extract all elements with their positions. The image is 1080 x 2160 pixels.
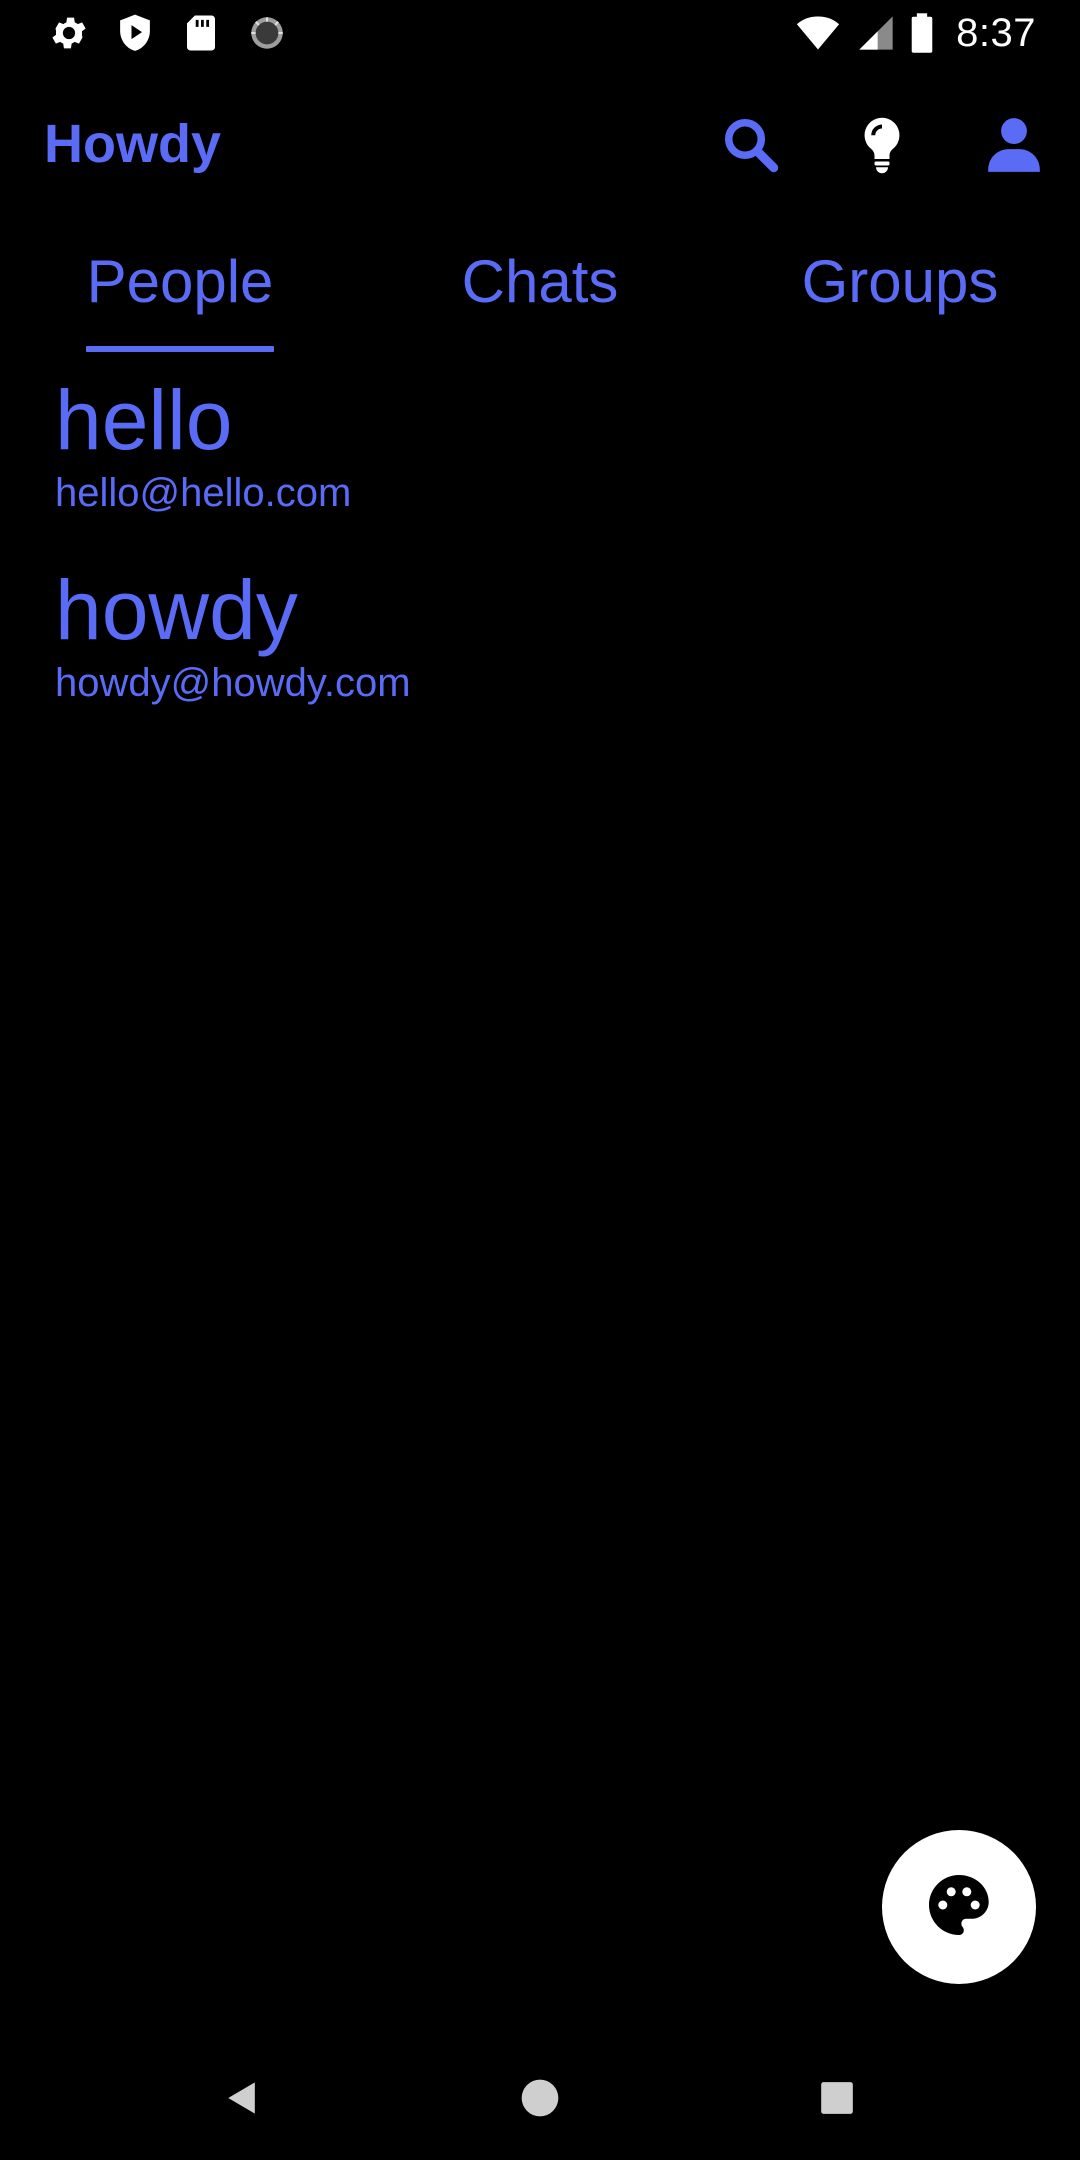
home-button[interactable] (510, 2070, 570, 2130)
status-left-icons (48, 8, 288, 58)
gear-icon (48, 12, 90, 54)
app-title: Howdy (44, 114, 222, 174)
shield-play-icon (114, 12, 156, 54)
cell-signal-icon (856, 12, 896, 54)
status-right-icons: 8:37 (794, 8, 1036, 58)
sync-spinner-icon (246, 12, 288, 54)
recents-button[interactable] (807, 2070, 867, 2130)
person-email: hello@hello.com (55, 471, 352, 515)
sd-card-icon (180, 12, 222, 54)
app-bar: Howdy (0, 66, 1080, 224)
list-item[interactable]: hello hello@hello.com (0, 370, 1080, 560)
tab-people[interactable]: People (86, 224, 274, 354)
person-email: howdy@howdy.com (55, 661, 411, 705)
lightbulb-button[interactable] (848, 110, 916, 178)
search-button[interactable] (716, 110, 784, 178)
home-icon (520, 2078, 560, 2123)
account-button[interactable] (980, 110, 1048, 178)
status-clock: 8:37 (956, 10, 1036, 55)
tab-indicator (86, 346, 274, 352)
back-button[interactable] (212, 2070, 272, 2130)
list-item[interactable]: howdy howdy@howdy.com (0, 560, 1080, 750)
battery-icon (910, 11, 934, 55)
recents-icon (818, 2079, 856, 2122)
lightbulb-icon (852, 114, 912, 174)
person-name: howdy (55, 563, 298, 657)
status-bar: 8:37 (0, 0, 1080, 66)
search-icon (720, 114, 780, 174)
theme-fab-button[interactable] (882, 1830, 1036, 1984)
person-name: hello (55, 373, 233, 467)
back-icon (220, 2076, 264, 2125)
people-list: hello hello@hello.com howdy howdy@howdy.… (0, 370, 1080, 750)
palette-icon (923, 1869, 995, 1946)
tab-bar: People Chats Groups (0, 224, 1080, 354)
wifi-icon (794, 11, 842, 55)
account-icon (983, 113, 1045, 175)
system-nav-bar (0, 2040, 1080, 2160)
tab-groups[interactable]: Groups (790, 224, 1010, 354)
tab-chats[interactable]: Chats (440, 224, 640, 354)
